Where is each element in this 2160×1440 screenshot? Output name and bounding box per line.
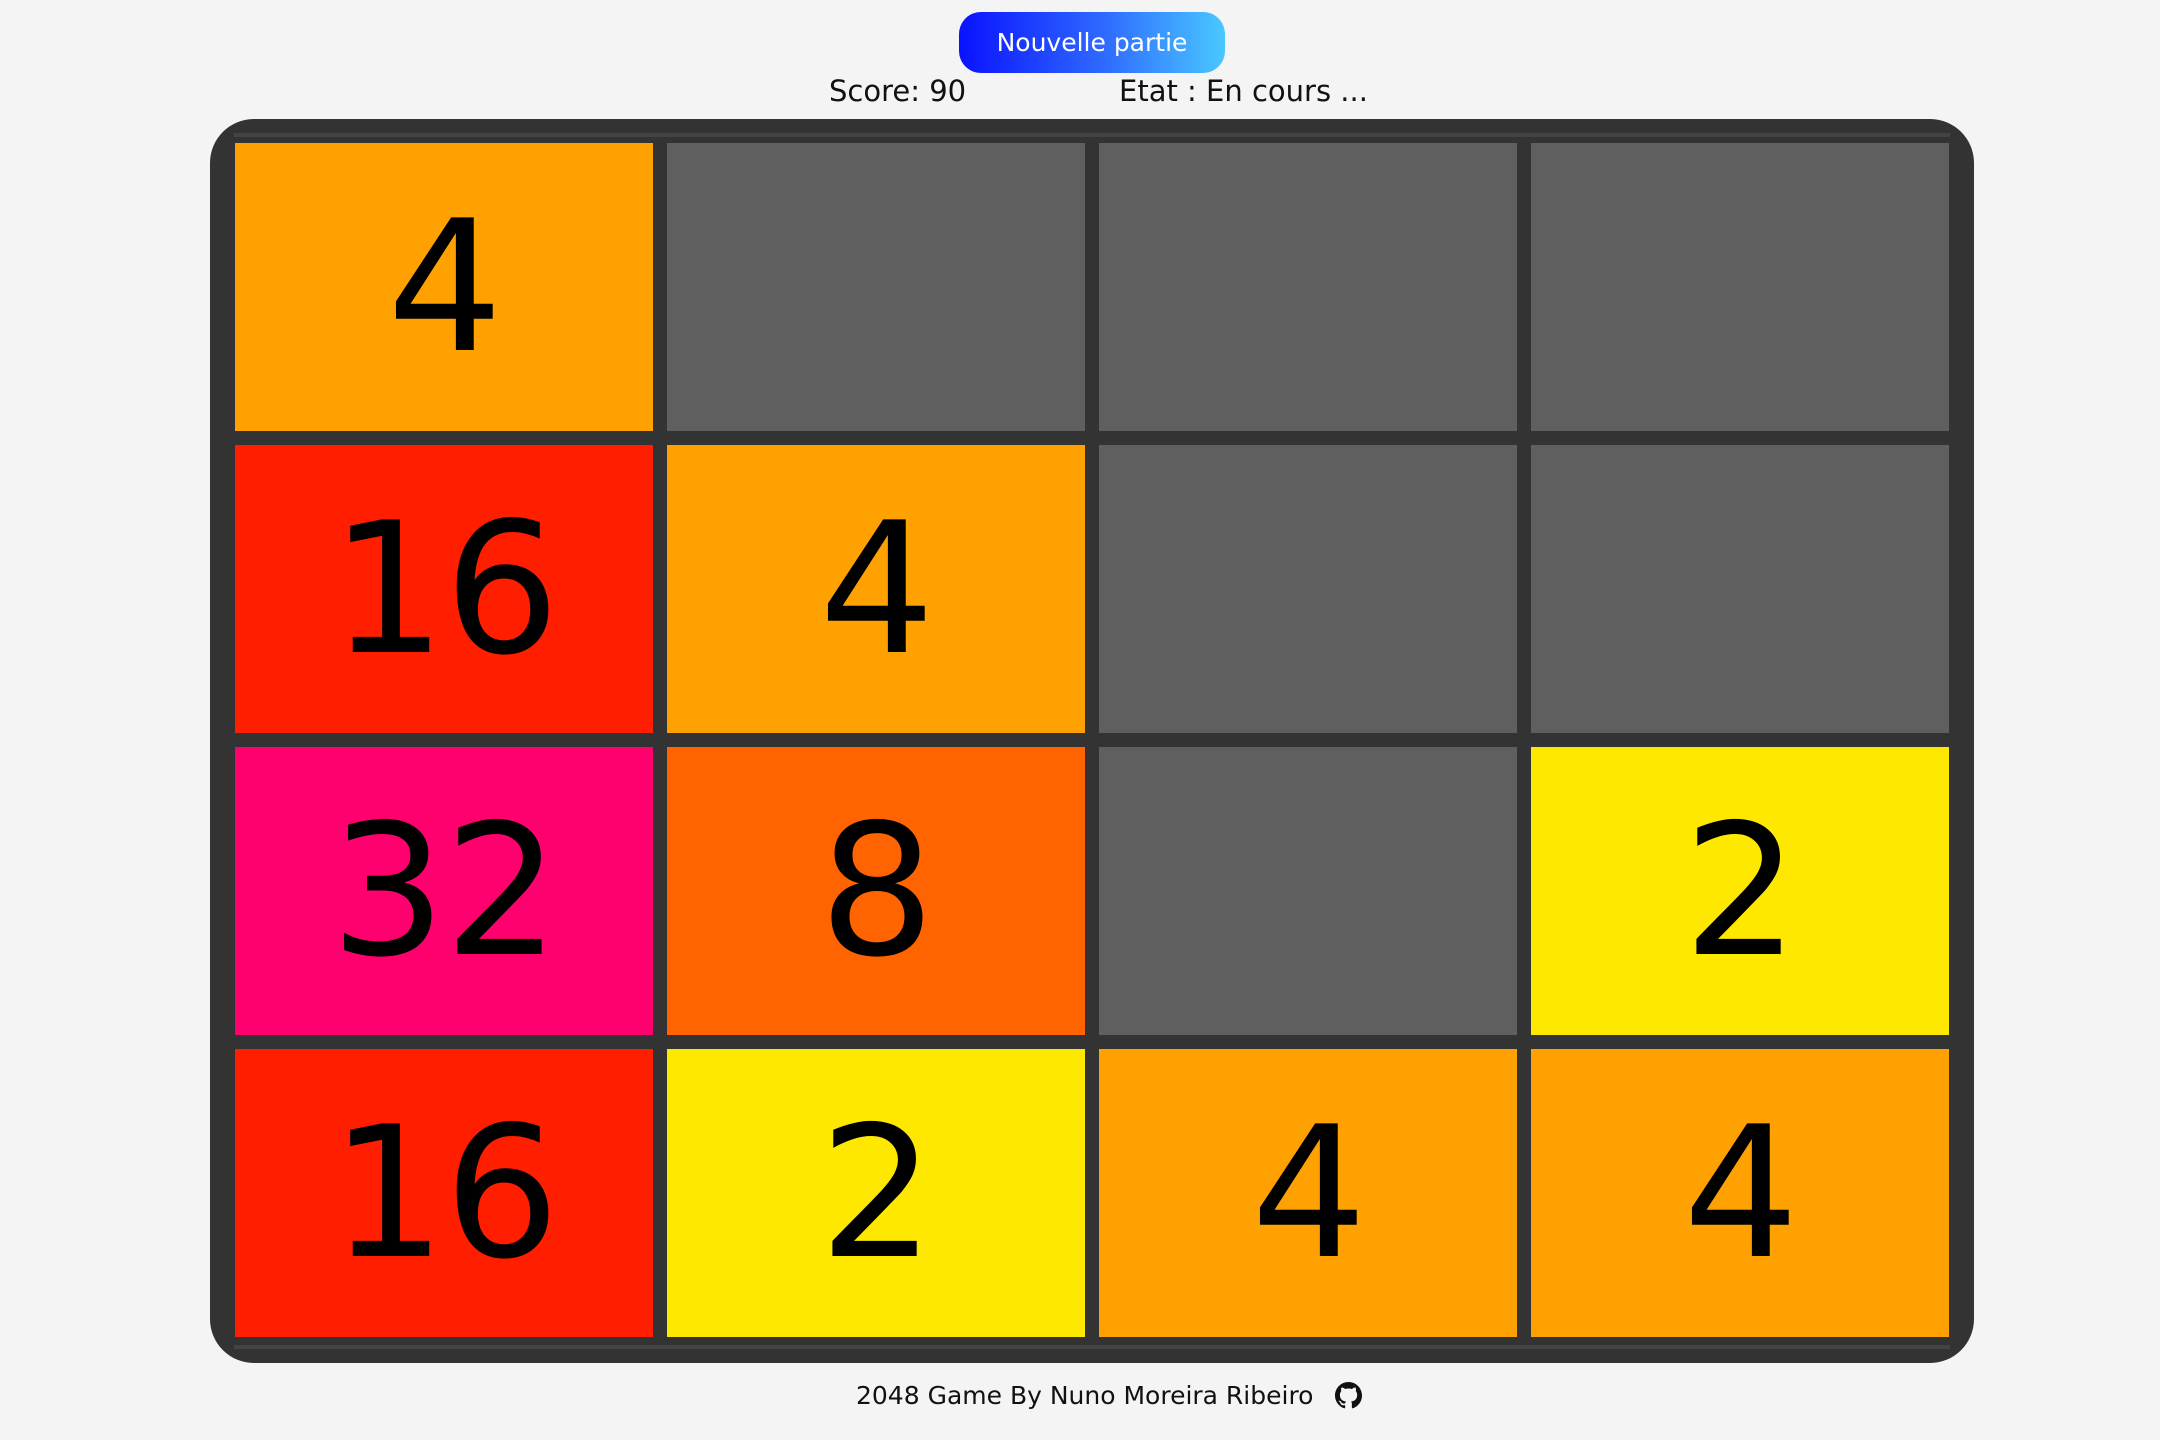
- github-icon[interactable]: [1335, 1382, 1363, 1409]
- score-display: Score: 90: [829, 74, 967, 108]
- tile-8: 8: [667, 747, 1085, 1035]
- tile-4: 4: [1531, 1049, 1949, 1337]
- game-state-display: Etat : En cours ...: [1119, 74, 1368, 108]
- tile-16: 16: [235, 445, 653, 733]
- empty-cell: [1099, 747, 1517, 1035]
- tile-4: 4: [1099, 1049, 1517, 1337]
- new-game-button[interactable]: Nouvelle partie: [959, 12, 1225, 73]
- tile-4: 4: [235, 143, 653, 431]
- empty-cell: [1099, 445, 1517, 733]
- footer: 2048 Game By Nuno Moreira Ribeiro: [856, 1381, 1363, 1410]
- empty-cell: [1531, 143, 1949, 431]
- tile-4: 4: [667, 445, 1085, 733]
- empty-cell: [667, 143, 1085, 431]
- footer-credit: 2048 Game By Nuno Moreira Ribeiro: [856, 1381, 1314, 1410]
- board-bottom-divider: [234, 1345, 1950, 1349]
- empty-cell: [1531, 445, 1949, 733]
- board-top-divider: [234, 133, 1950, 137]
- game-board: 4 16 4 32 8 2 16 2 4 4: [210, 119, 1974, 1363]
- empty-cell: [1099, 143, 1517, 431]
- tile-grid: 4 16 4 32 8 2 16 2 4 4: [235, 143, 1950, 1339]
- tile-32: 32: [235, 747, 653, 1035]
- tile-2: 2: [667, 1049, 1085, 1337]
- tile-16: 16: [235, 1049, 653, 1337]
- tile-2: 2: [1531, 747, 1949, 1035]
